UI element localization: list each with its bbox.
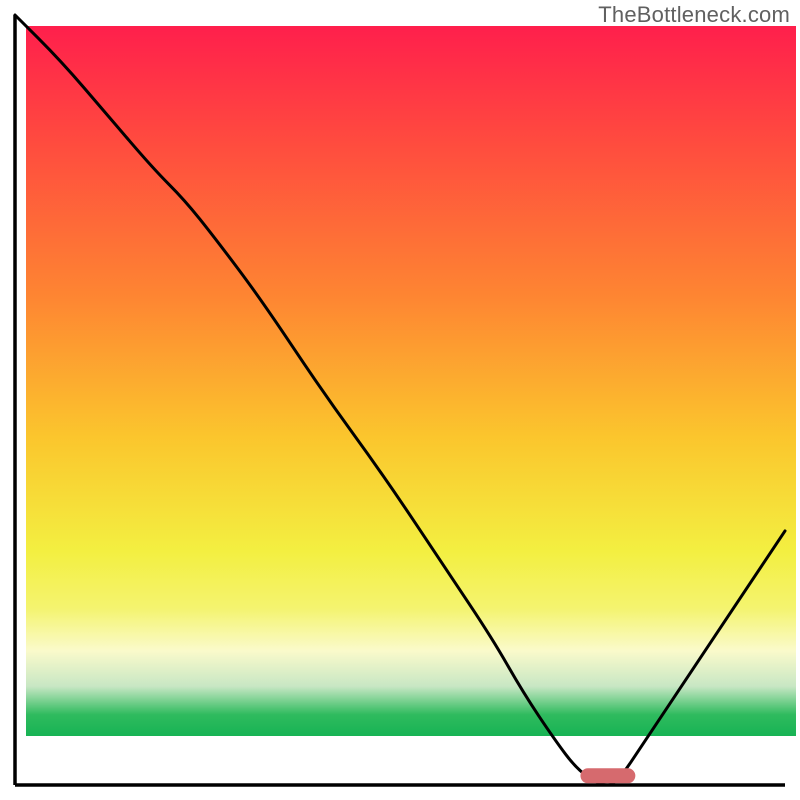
watermark-label: TheBottleneck.com — [598, 2, 790, 28]
marker-layer — [0, 0, 800, 800]
chart-container: TheBottleneck.com — [0, 0, 800, 800]
optimal-region-marker — [581, 769, 635, 783]
